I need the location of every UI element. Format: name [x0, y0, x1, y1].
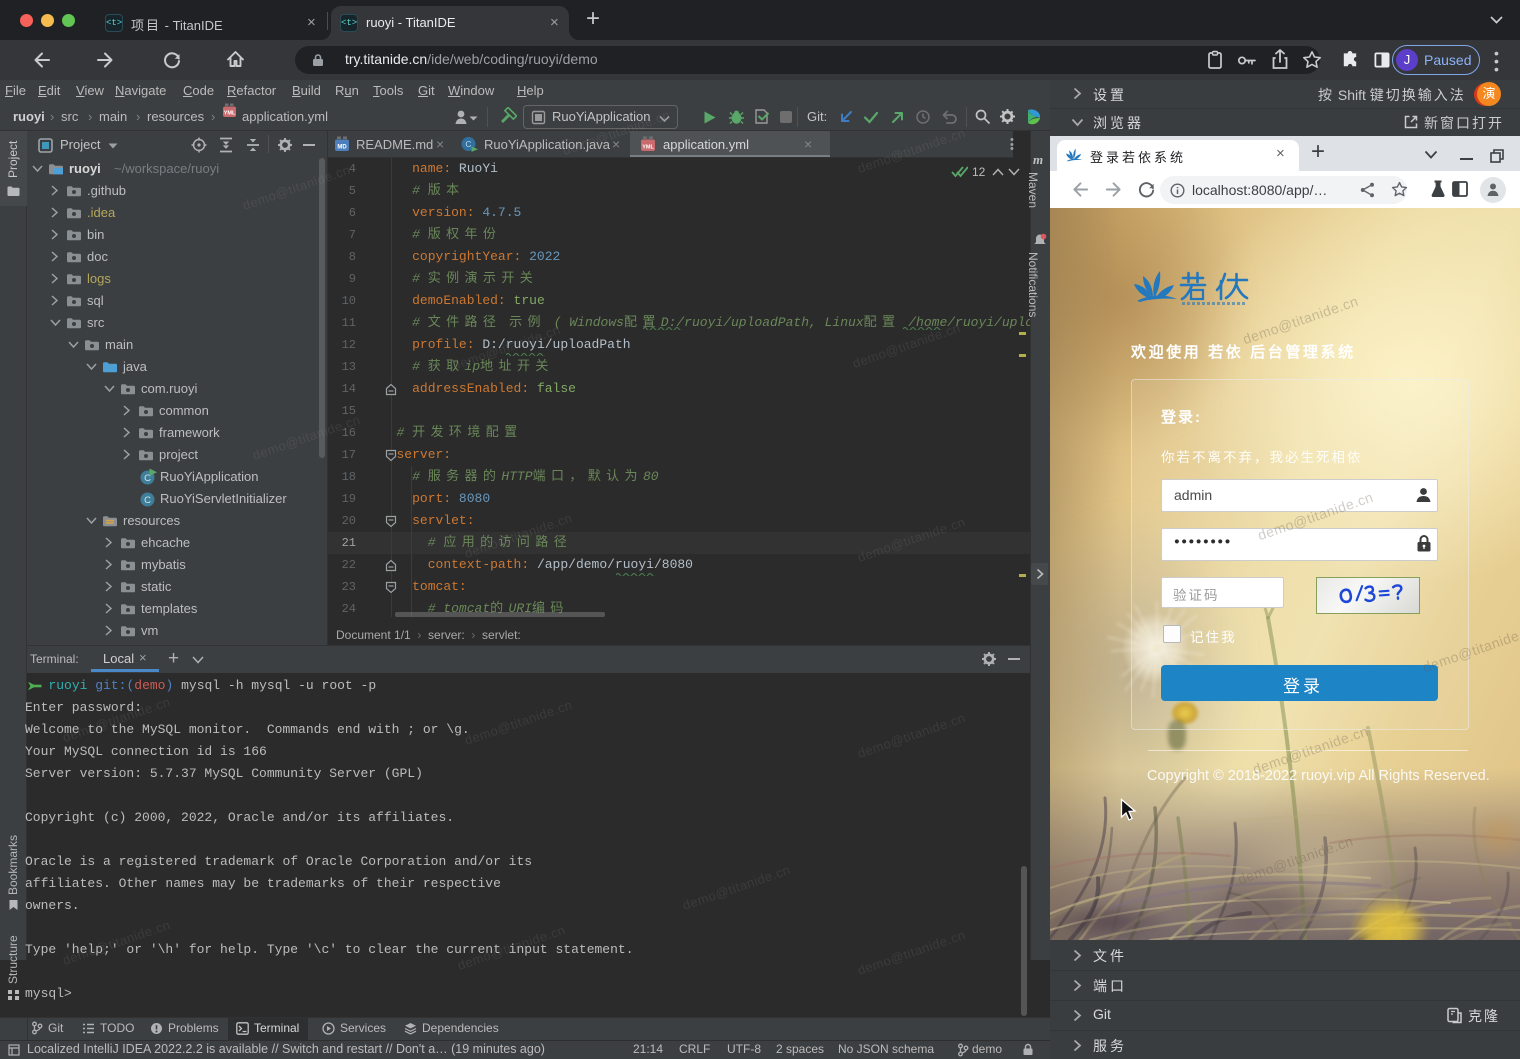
svg-text:YML: YML	[224, 111, 236, 117]
svg-text:MD: MD	[337, 145, 347, 151]
svg-text:YML: YML	[642, 145, 654, 151]
svg-text:C: C	[144, 495, 151, 506]
svg-text:C: C	[465, 139, 471, 149]
